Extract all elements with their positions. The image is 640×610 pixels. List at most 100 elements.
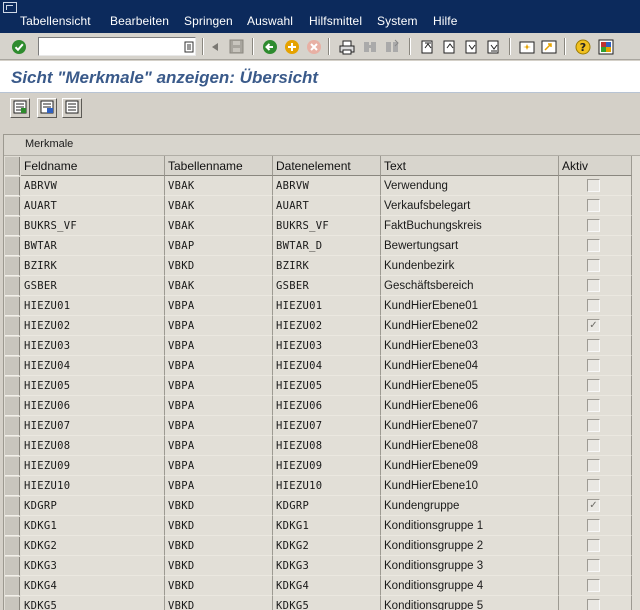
cell-text[interactable]: Konditionsgruppe 3 — [381, 556, 559, 576]
cell-feldname[interactable]: KDGRP — [21, 496, 165, 516]
cell-tabellenname[interactable]: VBPA — [165, 436, 273, 456]
row-select-button[interactable] — [5, 257, 20, 276]
column-header-aktiv[interactable]: Aktiv — [559, 156, 632, 176]
menu-hilfe[interactable]: Hilfe — [433, 14, 458, 28]
cell-datenelement[interactable]: HIEZU03 — [273, 336, 381, 356]
cell-text[interactable]: KundHierEbene03 — [381, 336, 559, 356]
cell-feldname[interactable]: HIEZU01 — [21, 296, 165, 316]
row-select-button[interactable] — [5, 477, 20, 496]
cell-datenelement[interactable]: BUKRS_VF — [273, 216, 381, 236]
cell-text[interactable]: Kundenbezirk — [381, 256, 559, 276]
cell-text[interactable]: FaktBuchungskreis — [381, 216, 559, 236]
menu-tabellensicht[interactable]: Tabellensicht — [20, 14, 91, 28]
row-select-button[interactable] — [5, 197, 20, 216]
cell-datenelement[interactable]: HIEZU09 — [273, 456, 381, 476]
cell-text[interactable]: Verwendung — [381, 176, 559, 196]
row-select-button[interactable] — [5, 597, 20, 610]
cell-tabellenname[interactable]: VBKD — [165, 596, 273, 610]
enter-icon[interactable] — [10, 38, 27, 55]
menu-bearbeiten[interactable]: Bearbeiten — [110, 14, 169, 28]
cell-feldname[interactable]: KDKG2 — [21, 536, 165, 556]
cell-feldname[interactable]: HIEZU10 — [21, 476, 165, 496]
aktiv-checkbox[interactable]: ✓ — [587, 319, 600, 332]
cell-tabellenname[interactable]: VBAK — [165, 276, 273, 296]
last-page-icon[interactable] — [485, 38, 502, 55]
cell-text[interactable]: KundHierEbene05 — [381, 376, 559, 396]
cell-feldname[interactable]: AUART — [21, 196, 165, 216]
cell-datenelement[interactable]: ABRVW — [273, 176, 381, 196]
find-next-icon[interactable] — [383, 38, 400, 55]
cell-text[interactable]: KundHierEbene10 — [381, 476, 559, 496]
cell-datenelement[interactable]: HIEZU07 — [273, 416, 381, 436]
row-select-button[interactable] — [5, 297, 20, 316]
cell-feldname[interactable]: HIEZU03 — [21, 336, 165, 356]
cell-datenelement[interactable]: GSBER — [273, 276, 381, 296]
cell-tabellenname[interactable]: VBPA — [165, 396, 273, 416]
system-menu-icon[interactable] — [3, 2, 17, 13]
cell-tabellenname[interactable]: VBKD — [165, 556, 273, 576]
cell-datenelement[interactable]: KDKG5 — [273, 596, 381, 610]
column-header-datenelement[interactable]: Datenelement — [273, 156, 381, 176]
aktiv-checkbox[interactable] — [587, 259, 600, 272]
cell-text[interactable]: Kundengruppe — [381, 496, 559, 516]
cell-feldname[interactable]: HIEZU08 — [21, 436, 165, 456]
previous-page-icon[interactable] — [441, 38, 458, 55]
cell-text[interactable]: Konditionsgruppe 1 — [381, 516, 559, 536]
cell-tabellenname[interactable]: VBPA — [165, 376, 273, 396]
cell-feldname[interactable]: KDKG4 — [21, 576, 165, 596]
next-page-icon[interactable] — [463, 38, 480, 55]
cell-datenelement[interactable]: KDKG3 — [273, 556, 381, 576]
cell-tabellenname[interactable]: VBKD — [165, 256, 273, 276]
cell-datenelement[interactable]: HIEZU06 — [273, 396, 381, 416]
cell-datenelement[interactable]: KDKG1 — [273, 516, 381, 536]
cell-text[interactable]: Verkaufsbelegart — [381, 196, 559, 216]
find-icon[interactable] — [361, 38, 378, 55]
print-icon[interactable] — [338, 38, 355, 55]
column-header-feldname[interactable]: Feldname — [21, 156, 165, 176]
aktiv-checkbox[interactable] — [587, 339, 600, 352]
cell-tabellenname[interactable]: VBAK — [165, 216, 273, 236]
aktiv-checkbox[interactable] — [587, 399, 600, 412]
cell-text[interactable]: Geschäftsbereich — [381, 276, 559, 296]
cell-feldname[interactable]: BUKRS_VF — [21, 216, 165, 236]
aktiv-checkbox[interactable] — [587, 199, 600, 212]
cell-tabellenname[interactable]: VBKD — [165, 576, 273, 596]
cell-datenelement[interactable]: HIEZU10 — [273, 476, 381, 496]
cell-text[interactable]: Konditionsgruppe 2 — [381, 536, 559, 556]
column-header-tabellenname[interactable]: Tabellenname — [165, 156, 273, 176]
row-select-button[interactable] — [5, 557, 20, 576]
cell-tabellenname[interactable]: VBKD — [165, 536, 273, 556]
cell-tabellenname[interactable]: VBAP — [165, 236, 273, 256]
cell-feldname[interactable]: ABRVW — [21, 176, 165, 196]
cell-feldname[interactable]: BWTAR — [21, 236, 165, 256]
create-session-icon[interactable] — [518, 38, 535, 55]
cell-text[interactable]: Konditionsgruppe 5 — [381, 596, 559, 610]
exit-icon[interactable] — [283, 38, 300, 55]
row-select-button[interactable] — [5, 517, 20, 536]
cell-feldname[interactable]: HIEZU09 — [21, 456, 165, 476]
cell-datenelement[interactable]: BZIRK — [273, 256, 381, 276]
cell-feldname[interactable]: KDKG1 — [21, 516, 165, 536]
cell-feldname[interactable]: BZIRK — [21, 256, 165, 276]
cell-tabellenname[interactable]: VBAK — [165, 196, 273, 216]
aktiv-checkbox[interactable] — [587, 179, 600, 192]
row-select-button[interactable] — [5, 377, 20, 396]
cell-text[interactable]: KundHierEbene01 — [381, 296, 559, 316]
back-icon[interactable] — [261, 38, 278, 55]
row-select-button[interactable] — [5, 237, 20, 256]
menu-hilfsmittel[interactable]: Hilfsmittel — [309, 14, 362, 28]
aktiv-checkbox[interactable] — [587, 299, 600, 312]
cell-datenelement[interactable]: HIEZU08 — [273, 436, 381, 456]
aktiv-checkbox[interactable] — [587, 479, 600, 492]
cell-text[interactable]: KundHierEbene08 — [381, 436, 559, 456]
cell-feldname[interactable]: GSBER — [21, 276, 165, 296]
command-field[interactable] — [38, 37, 196, 56]
cell-datenelement[interactable]: KDKG4 — [273, 576, 381, 596]
details-button[interactable] — [10, 98, 30, 118]
aktiv-checkbox[interactable] — [587, 459, 600, 472]
save-icon[interactable] — [228, 38, 245, 55]
cell-tabellenname[interactable]: VBKD — [165, 496, 273, 516]
aktiv-checkbox[interactable] — [587, 359, 600, 372]
layout-menu-icon[interactable] — [597, 38, 614, 55]
menu-system[interactable]: System — [377, 14, 418, 28]
